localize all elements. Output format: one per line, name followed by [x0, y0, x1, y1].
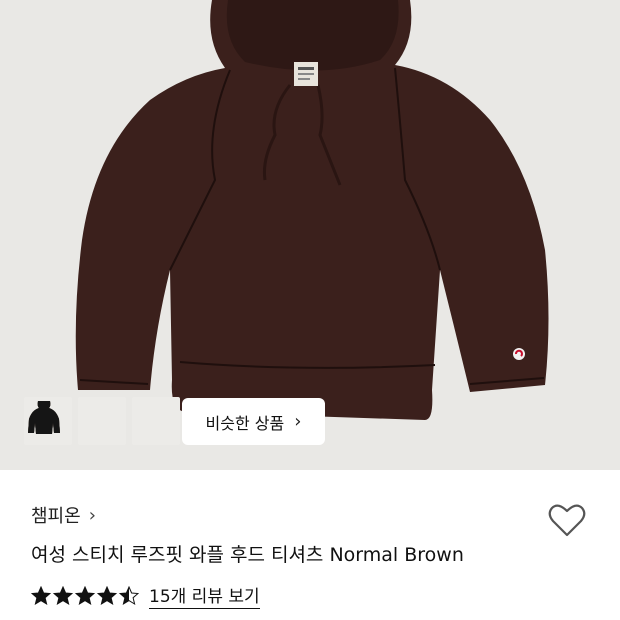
brand-name: 챔피온	[31, 506, 81, 527]
thumbnail-brown[interactable]	[28, 397, 126, 445]
star-rating	[31, 585, 139, 606]
heart-outline-icon[interactable]	[547, 502, 587, 538]
chevron-right-icon: ›	[88, 504, 96, 526]
star-icon	[31, 585, 51, 605]
hoodie-thumb-icon	[28, 401, 60, 434]
color-thumbnails	[24, 397, 180, 445]
reviews-link[interactable]: 15개 리뷰 보기	[149, 582, 260, 609]
star-icon	[53, 585, 73, 605]
similar-products-button[interactable]: 비슷한 상품 ›	[182, 398, 325, 445]
similar-products-label: 비슷한 상품	[205, 413, 285, 433]
thumbnail-black-alt[interactable]	[28, 397, 180, 445]
chevron-right-icon: ›	[294, 410, 302, 432]
star-icon	[119, 585, 139, 605]
product-title: 여성 스티치 루즈핏 와플 후드 티셔츠 Normal Brown	[31, 544, 464, 566]
rating-row: 15개 리뷰 보기	[31, 582, 260, 609]
star-icon	[97, 585, 117, 605]
brand-link[interactable]: 챔피온 ›	[31, 502, 96, 528]
product-image[interactable]: 비슷한 상품 ›	[0, 0, 620, 470]
star-icon	[75, 585, 95, 605]
